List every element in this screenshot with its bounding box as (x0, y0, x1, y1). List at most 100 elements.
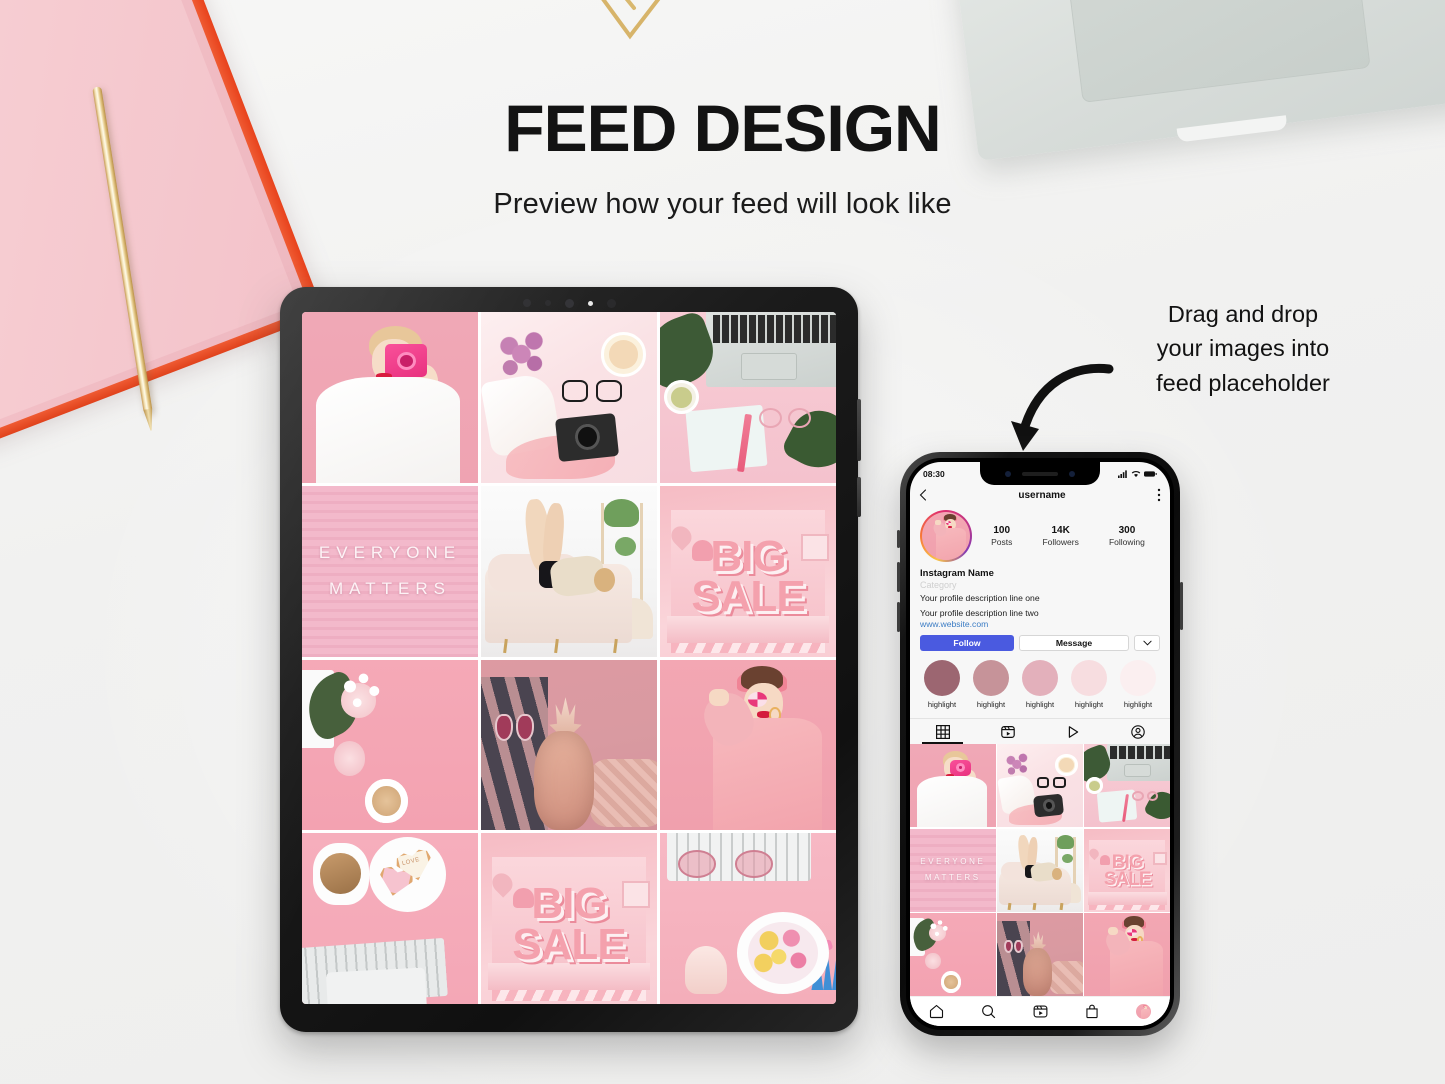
phone-notch (980, 462, 1100, 485)
feed-tile[interactable] (660, 312, 836, 483)
front-camera-icon (1005, 470, 1011, 477)
highlight-item[interactable]: highlight (1069, 660, 1109, 709)
curved-arrow-down-left-icon (1005, 355, 1115, 465)
feed-tile[interactable] (910, 744, 996, 828)
laptop-trackpad (1062, 0, 1371, 103)
tablet-volume-up-button[interactable] (857, 399, 861, 461)
cellular-signal-icon (1118, 469, 1127, 478)
highlight-label: highlight (976, 700, 1006, 710)
annotation-line-2: your images into (1156, 335, 1330, 362)
highlight-item[interactable]: highlight (1020, 660, 1060, 709)
highlight-item[interactable]: highlight (971, 660, 1011, 709)
feed-tile[interactable] (910, 913, 996, 996)
chevron-down-icon (1142, 640, 1152, 646)
reels-icon (1000, 725, 1015, 738)
profile-website-link[interactable]: www.website.com (920, 619, 1160, 629)
highlight-cover (924, 660, 960, 697)
stat-followers[interactable]: 14K Followers (1042, 525, 1078, 547)
tablet-sensor-array (280, 297, 858, 309)
tab-video[interactable] (1040, 719, 1105, 744)
feed-tile[interactable] (997, 744, 1083, 828)
profile-bio-line-1: Your profile description line one (920, 593, 1040, 603)
tab-grid[interactable] (910, 719, 975, 745)
page-heading-block: FEED DESIGN Preview how your feed will l… (0, 95, 1445, 221)
feed-tile[interactable] (660, 659, 836, 831)
feed-tile[interactable] (302, 659, 478, 831)
tab-reels[interactable] (975, 719, 1040, 744)
feed-tile[interactable]: BIG SALE (660, 485, 836, 657)
highlight-item[interactable]: highlight (922, 660, 962, 709)
feed-tile[interactable]: BIG SALE (1084, 828, 1170, 912)
feed-tile[interactable] (997, 913, 1083, 996)
letterboard-line-2: MATTERS (924, 873, 981, 883)
tab-tagged[interactable] (1105, 719, 1170, 744)
highlight-cover (973, 660, 1009, 697)
profile-action-buttons: Follow Message (920, 635, 1160, 652)
story-highlights: highlight highlight highlight highlight (920, 660, 1160, 709)
avatar[interactable] (920, 510, 972, 562)
tablet-feed-grid: EVERYONE MATTERS BIG SALE LOVE BIG SALE (302, 312, 836, 1004)
tablet-volume-down-button[interactable] (857, 477, 861, 517)
stat-posts[interactable]: 100 Posts (991, 525, 1012, 547)
feed-tile[interactable] (481, 312, 657, 483)
instagram-top-bar: username (910, 485, 1170, 505)
follow-button[interactable]: Follow (920, 635, 1014, 652)
profile-category: Category (920, 580, 957, 590)
profile-display-name: Instagram Name (920, 568, 994, 579)
feed-tile[interactable] (1084, 913, 1170, 996)
earpiece-speaker (1022, 471, 1058, 476)
status-time: 08:30 (923, 468, 945, 479)
avatar-image (922, 512, 970, 560)
feed-tile[interactable] (660, 833, 836, 1004)
feed-tile[interactable] (302, 312, 478, 483)
profile-tabs (910, 718, 1170, 745)
highlight-label: highlight (927, 700, 957, 710)
annotation-line-3: feed placeholder (1156, 369, 1330, 396)
tagged-person-icon (1130, 724, 1145, 739)
more-options-dropdown-button[interactable] (1134, 635, 1160, 652)
feed-tile[interactable] (481, 659, 657, 831)
highlight-item[interactable]: highlight (1118, 660, 1158, 709)
stat-following[interactable]: 300 Following (1109, 525, 1145, 547)
stat-followers-value: 14K (1051, 525, 1070, 536)
phone-feed-grid: EVERYONE MATTERS BIG SALE (910, 744, 1170, 996)
profile-avatar-icon[interactable] (1136, 1004, 1152, 1019)
bigsale-line-1: BIG (531, 879, 607, 929)
feed-tile[interactable]: EVERYONE MATTERS (302, 485, 478, 657)
phone-volume-up-button[interactable] (897, 562, 900, 592)
phone-silent-switch[interactable] (897, 530, 900, 548)
feed-tile[interactable]: BIG SALE (481, 833, 657, 1004)
grid-icon (935, 724, 950, 739)
bigsale-line-2: SALE (512, 919, 626, 969)
highlight-cover (1071, 660, 1107, 697)
kebab-menu-icon[interactable] (1157, 488, 1161, 502)
bigsale-line-2: SALE (1103, 868, 1152, 890)
feed-tile[interactable] (997, 828, 1083, 912)
reels-icon[interactable] (1033, 1004, 1048, 1019)
phone-bezel: 08:30 username 100 Posts 14K Followers 3… (906, 458, 1174, 1030)
stat-following-value: 300 (1118, 525, 1136, 536)
chevron-left-icon[interactable] (919, 489, 927, 501)
feed-tile[interactable] (1084, 744, 1170, 828)
bigsale-line-2: SALE (691, 572, 805, 622)
page-subtitle: Preview how your feed will look like (493, 188, 952, 220)
battery-icon (1144, 470, 1157, 477)
letterboard-line-1: EVERYONE (920, 857, 986, 867)
annotation-line-1: Drag and drop (1167, 301, 1319, 327)
bigsale-line-1: BIG (710, 531, 786, 581)
face-sensor-icon (1069, 470, 1075, 477)
phone-power-button[interactable] (1180, 582, 1183, 630)
home-icon[interactable] (929, 1004, 944, 1019)
stat-following-label: Following (1108, 537, 1145, 547)
message-button[interactable]: Message (1018, 635, 1129, 652)
feed-tile[interactable] (481, 485, 657, 657)
highlight-label: highlight (1025, 700, 1055, 710)
highlight-cover (1120, 660, 1156, 697)
feed-tile[interactable]: LOVE (302, 833, 478, 1004)
feed-tile[interactable]: EVERYONE MATTERS (910, 828, 996, 912)
shop-bag-icon[interactable] (1085, 1004, 1099, 1019)
search-icon[interactable] (981, 1004, 996, 1019)
highlight-label: highlight (1074, 700, 1104, 710)
phone-screen: 08:30 username 100 Posts 14K Followers 3… (910, 462, 1170, 1026)
phone-volume-down-button[interactable] (897, 602, 900, 632)
